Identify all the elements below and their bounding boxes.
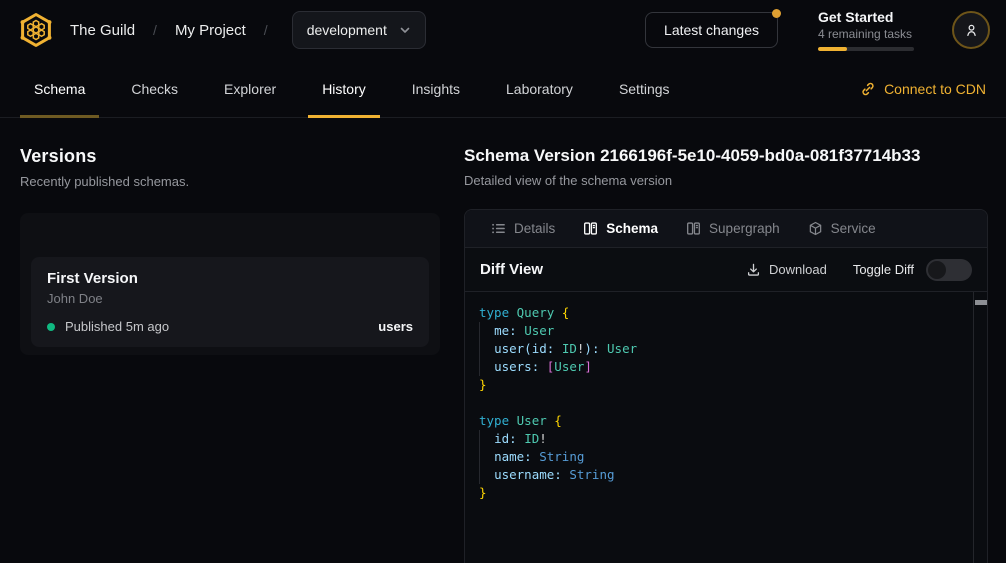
code-content: type Query { me: User user(id: ID!): Use… bbox=[465, 292, 987, 514]
code-line: } bbox=[479, 376, 963, 394]
nav-tab-schema[interactable]: Schema bbox=[20, 60, 99, 117]
code-line bbox=[479, 394, 963, 412]
hive-logo-icon[interactable] bbox=[16, 10, 56, 50]
get-started-widget[interactable]: Get Started 4 remaining tasks bbox=[818, 9, 914, 51]
panel-tab-supergraph[interactable]: Supergraph bbox=[674, 210, 792, 247]
person-icon bbox=[963, 22, 980, 39]
download-label: Download bbox=[769, 262, 827, 277]
chevron-down-icon bbox=[397, 22, 413, 38]
user-avatar[interactable] bbox=[952, 11, 990, 49]
version-status: Published 5m ago bbox=[65, 319, 169, 334]
indent-guide bbox=[479, 322, 480, 376]
connect-to-cdn-link[interactable]: Connect to CDN bbox=[860, 60, 986, 117]
progress-fill bbox=[818, 47, 847, 51]
schema-version-section: Schema Version 2166196f-5e10-4059-bd0a-0… bbox=[464, 146, 988, 563]
environment-select-value: development bbox=[307, 22, 387, 38]
nav-tab-explorer[interactable]: Explorer bbox=[210, 60, 290, 117]
code-line: type User { bbox=[479, 412, 963, 430]
app-header: The Guild / My Project / development Lat… bbox=[0, 0, 1006, 60]
main-content: Versions Recently published schemas. Fir… bbox=[0, 118, 1006, 563]
toggle-diff-switch[interactable] bbox=[926, 259, 972, 281]
columns-icon bbox=[686, 221, 701, 236]
code-line: username: String bbox=[479, 466, 963, 484]
code-line: name: String bbox=[479, 448, 963, 466]
diff-view-toolbar: Diff View Download Toggle Diff bbox=[465, 248, 987, 292]
cube-icon bbox=[808, 221, 823, 236]
download-icon bbox=[746, 262, 761, 277]
code-scrollbar[interactable] bbox=[973, 292, 987, 563]
get-started-title: Get Started bbox=[818, 9, 914, 25]
nav-tab-settings[interactable]: Settings bbox=[605, 60, 684, 117]
nav-tab-laboratory[interactable]: Laboratory bbox=[492, 60, 587, 117]
schema-panel-tabs: Details Schema Supergraph Service bbox=[465, 210, 987, 248]
schema-version-subtitle: Detailed view of the schema version bbox=[464, 173, 988, 188]
version-service-badge: users bbox=[378, 319, 413, 334]
indent-guide bbox=[479, 430, 480, 484]
code-line: me: User bbox=[479, 322, 963, 340]
notification-dot bbox=[772, 9, 781, 18]
versions-card: First Version John Doe Published 5m ago … bbox=[20, 213, 440, 355]
diff-toolbar-actions: Download Toggle Diff bbox=[746, 259, 972, 281]
version-name: First Version bbox=[47, 270, 413, 287]
scrollbar-thumb[interactable] bbox=[975, 300, 987, 305]
version-status-row: Published 5m ago users bbox=[47, 319, 413, 334]
list-icon bbox=[491, 221, 506, 236]
published-status-dot bbox=[47, 323, 55, 331]
primary-nav: Schema Checks Explorer History Insights Labor… bbox=[0, 60, 1006, 118]
link-icon bbox=[860, 81, 876, 97]
toggle-diff-control: Toggle Diff bbox=[853, 259, 972, 281]
schema-version-panel: Details Schema Supergraph Service Diff View… bbox=[464, 209, 988, 563]
toggle-knob bbox=[928, 261, 946, 279]
schema-version-title: Schema Version 2166196f-5e10-4059-bd0a-0… bbox=[464, 146, 988, 166]
panel-tab-label: Service bbox=[831, 221, 876, 236]
nav-tab-insights[interactable]: Insights bbox=[398, 60, 474, 117]
panel-tab-details[interactable]: Details bbox=[479, 210, 567, 247]
connect-to-cdn-label: Connect to CDN bbox=[884, 81, 986, 97]
nav-tab-history[interactable]: History bbox=[308, 60, 380, 117]
panel-tab-schema[interactable]: Schema bbox=[571, 210, 670, 247]
panel-tab-service[interactable]: Service bbox=[796, 210, 888, 247]
get-started-progress-bar bbox=[818, 47, 914, 51]
primary-nav-tabs: Schema Checks Explorer History Insights Labor… bbox=[20, 60, 702, 117]
latest-changes-button[interactable]: Latest changes bbox=[645, 12, 778, 48]
panel-tab-label: Supergraph bbox=[709, 221, 780, 236]
code-line: type Query { bbox=[479, 304, 963, 322]
breadcrumb-project[interactable]: My Project bbox=[175, 22, 246, 39]
panel-tab-label: Schema bbox=[606, 221, 658, 236]
versions-title: Versions bbox=[20, 146, 440, 167]
code-line: users: [User] bbox=[479, 358, 963, 376]
schema-code-viewer[interactable]: type Query { me: User user(id: ID!): Use… bbox=[465, 292, 987, 563]
panel-tab-label: Details bbox=[514, 221, 555, 236]
code-line: } bbox=[479, 484, 963, 502]
diff-view-title: Diff View bbox=[480, 261, 543, 278]
environment-select[interactable]: development bbox=[292, 11, 426, 49]
breadcrumb-separator: / bbox=[260, 22, 272, 38]
versions-subtitle: Recently published schemas. bbox=[20, 174, 440, 189]
breadcrumb-org[interactable]: The Guild bbox=[70, 22, 135, 39]
toggle-diff-label: Toggle Diff bbox=[853, 262, 914, 277]
version-author: John Doe bbox=[47, 291, 413, 306]
code-line: id: ID! bbox=[479, 430, 963, 448]
nav-tab-checks[interactable]: Checks bbox=[117, 60, 192, 117]
version-list-item[interactable]: First Version John Doe Published 5m ago … bbox=[31, 257, 429, 347]
get-started-subtitle: 4 remaining tasks bbox=[818, 27, 914, 41]
breadcrumb-separator: / bbox=[149, 22, 161, 38]
versions-section: Versions Recently published schemas. Fir… bbox=[20, 146, 440, 563]
code-line: user(id: ID!): User bbox=[479, 340, 963, 358]
columns-icon bbox=[583, 221, 598, 236]
download-button[interactable]: Download bbox=[746, 262, 827, 277]
